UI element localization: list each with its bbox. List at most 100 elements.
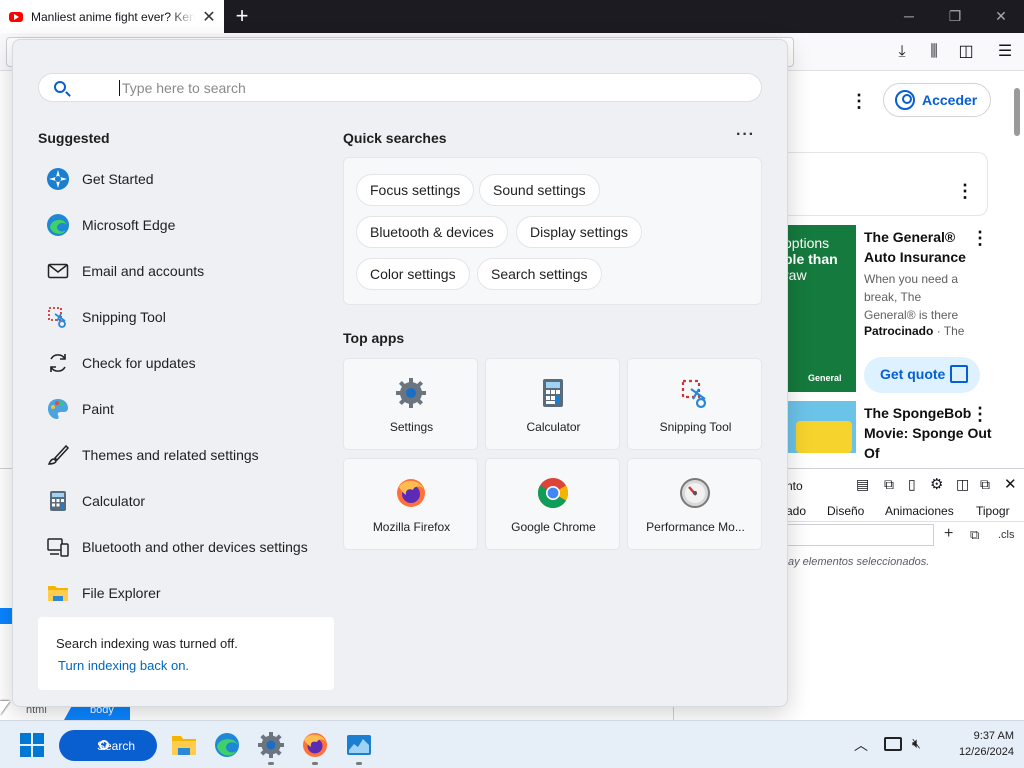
- dock-icon[interactable]: ◫: [956, 476, 969, 493]
- taskbar: Search ︿ 🔇︎ 9:37 AM 12/26/2024: [0, 720, 1024, 768]
- paint-icon: [48, 399, 68, 419]
- top-app-label: Google Chrome: [511, 520, 596, 534]
- quick-search-sound-settings[interactable]: Sound settings: [479, 174, 600, 206]
- devtools-panel-label: nto: [786, 479, 803, 493]
- tab-close-button[interactable]: ✕: [201, 7, 217, 27]
- devtools-tab[interactable]: Animaciones: [885, 504, 954, 518]
- text-caret: [119, 80, 120, 96]
- devtools-toolbar: nto ▤ ⧉ ▯ ⚙ ◫ ⧉ ✕: [780, 472, 1024, 498]
- ad-title[interactable]: The General® Auto Insurance: [864, 227, 974, 267]
- running-indicator: [268, 762, 274, 765]
- more-options-icon[interactable]: ⋮: [850, 92, 868, 110]
- suggested-item-label: Snipping Tool: [82, 309, 166, 325]
- suggested-item-calculator[interactable]: Calculator: [38, 478, 328, 524]
- selected-node-marker: [0, 608, 12, 624]
- devtools-tab[interactable]: ado: [786, 504, 806, 518]
- quick-search-search-settings[interactable]: Search settings: [477, 258, 602, 290]
- turn-indexing-on-link[interactable]: Turn indexing back on.: [58, 658, 189, 673]
- edge-icon[interactable]: [213, 731, 241, 759]
- download-icon[interactable]: ⤓: [892, 42, 912, 62]
- suggested-item-label: Bluetooth and other devices settings: [82, 539, 308, 555]
- video-more-icon[interactable]: ⋮: [971, 405, 989, 423]
- sidebar-icon[interactable]: ◫: [956, 42, 976, 62]
- devtools-filter-input[interactable]: [780, 524, 934, 546]
- new-tab-button[interactable]: +: [230, 3, 254, 29]
- browser-tab[interactable]: Manliest anime fight ever? Kenshin vs ✕: [0, 0, 224, 33]
- search-input[interactable]: [122, 79, 722, 97]
- library-icon[interactable]: ⫼: [924, 42, 944, 62]
- devtools-tab[interactable]: Tipogr: [976, 504, 1010, 518]
- restore-button[interactable]: ❐: [932, 0, 978, 33]
- mouse-cursor-icon: [0, 701, 10, 715]
- running-indicator: [312, 762, 318, 765]
- user-icon: [895, 90, 915, 110]
- suggested-item-paint[interactable]: Paint: [38, 386, 328, 432]
- add-rule-icon[interactable]: +: [944, 525, 953, 543]
- responsive-icon[interactable]: ▯: [908, 476, 916, 493]
- windows-logo-icon: [20, 733, 31, 744]
- card-more-icon[interactable]: ⋮: [956, 182, 974, 200]
- ad-thumb-text-3: raw: [784, 267, 807, 283]
- top-app-snipping-tool[interactable]: Snipping Tool: [627, 358, 762, 450]
- indexing-notice-text: Search indexing was turned off.: [56, 636, 238, 651]
- suggested-item-get-started[interactable]: Get Started: [38, 156, 328, 202]
- more-options-icon[interactable]: ···: [736, 126, 755, 144]
- toggle-class-icon[interactable]: ⧉: [970, 527, 979, 543]
- top-app-calculator[interactable]: Calculator: [485, 358, 620, 450]
- top-app-google-chrome[interactable]: Google Chrome: [485, 458, 620, 550]
- firefox-icon[interactable]: [301, 731, 329, 759]
- network-icon[interactable]: [884, 737, 902, 751]
- suggested-item-themes-and-related-settings[interactable]: Themes and related settings: [38, 432, 328, 478]
- taskbar-search-button[interactable]: Search: [59, 730, 157, 761]
- suggested-item-file-explorer[interactable]: File Explorer: [38, 570, 328, 616]
- ad-description: When you need a break, The General® is t…: [864, 272, 959, 322]
- suggested-item-check-for-updates[interactable]: Check for updates: [38, 340, 328, 386]
- file-explorer-icon[interactable]: [170, 731, 198, 759]
- suggested-item-email-and-accounts[interactable]: Email and accounts: [38, 248, 328, 294]
- popout-icon[interactable]: ⧉: [980, 476, 990, 493]
- devtools-tab[interactable]: Diseño: [827, 504, 864, 518]
- window-close-button[interactable]: ✕: [978, 0, 1024, 33]
- performance-monitor-icon: [680, 478, 710, 508]
- suggested-item-snipping-tool[interactable]: Snipping Tool: [38, 294, 328, 340]
- get-quote-button[interactable]: Get quote: [864, 357, 980, 393]
- ad-thumbnail[interactable]: options ble than raw General: [780, 225, 856, 392]
- snipping-tool-icon: [48, 307, 66, 328]
- suggested-item-label: Microsoft Edge: [82, 217, 176, 233]
- devtools-settings-icon[interactable]: ⚙: [930, 475, 943, 493]
- top-app-performance-monitor[interactable]: Performance Mo...: [627, 458, 762, 550]
- sign-in-button[interactable]: Acceder: [883, 83, 991, 117]
- refresh-icon: [50, 354, 66, 372]
- windows-logo-icon: [33, 746, 44, 757]
- page-scrollbar[interactable]: [1014, 88, 1020, 136]
- quick-search-bluetooth-devices[interactable]: Bluetooth & devices: [356, 216, 508, 248]
- layout-icon[interactable]: ▤: [856, 476, 869, 493]
- ad-thumb-text-1: options: [784, 235, 830, 251]
- suggested-item-microsoft-edge[interactable]: Microsoft Edge: [38, 202, 328, 248]
- ad-more-icon[interactable]: ⋮: [971, 229, 989, 247]
- start-button[interactable]: [20, 733, 44, 757]
- devtools-close-icon[interactable]: ✕: [1004, 475, 1017, 493]
- sponsored-by: · The: [933, 324, 965, 338]
- clock-date[interactable]: 12/26/2024: [940, 746, 1014, 758]
- menu-icon[interactable]: ☰: [995, 42, 1015, 62]
- quick-search-focus-settings[interactable]: Focus settings: [356, 174, 475, 206]
- search-box[interactable]: [38, 73, 762, 102]
- frame-icon[interactable]: ⧉: [884, 476, 894, 493]
- cls-button[interactable]: .cls: [998, 529, 1015, 541]
- quick-search-display-settings[interactable]: Display settings: [516, 216, 643, 248]
- tab-title: Manliest anime fight ever? Kenshin vs: [31, 9, 195, 24]
- top-app-settings[interactable]: Settings: [343, 358, 478, 450]
- minimize-button[interactable]: ─: [886, 0, 932, 33]
- quick-search-color-settings[interactable]: Color settings: [356, 258, 470, 290]
- settings-icon[interactable]: [257, 731, 285, 759]
- task-manager-icon[interactable]: [345, 731, 373, 759]
- clock-time[interactable]: 9:37 AM: [950, 730, 1014, 742]
- chevron-up-icon[interactable]: ︿: [854, 735, 868, 755]
- devtools-tabs: ado Diseño Animaciones Tipogr: [780, 500, 1024, 522]
- suggested-item-bluetooth-and-other-devices-settings[interactable]: Bluetooth and other devices settings: [38, 524, 328, 570]
- top-app-mozilla-firefox[interactable]: Mozilla Firefox: [343, 458, 478, 550]
- video-thumbnail[interactable]: [788, 401, 856, 453]
- external-link-icon: [950, 365, 968, 383]
- volume-muted-icon[interactable]: 🔇︎: [912, 735, 921, 752]
